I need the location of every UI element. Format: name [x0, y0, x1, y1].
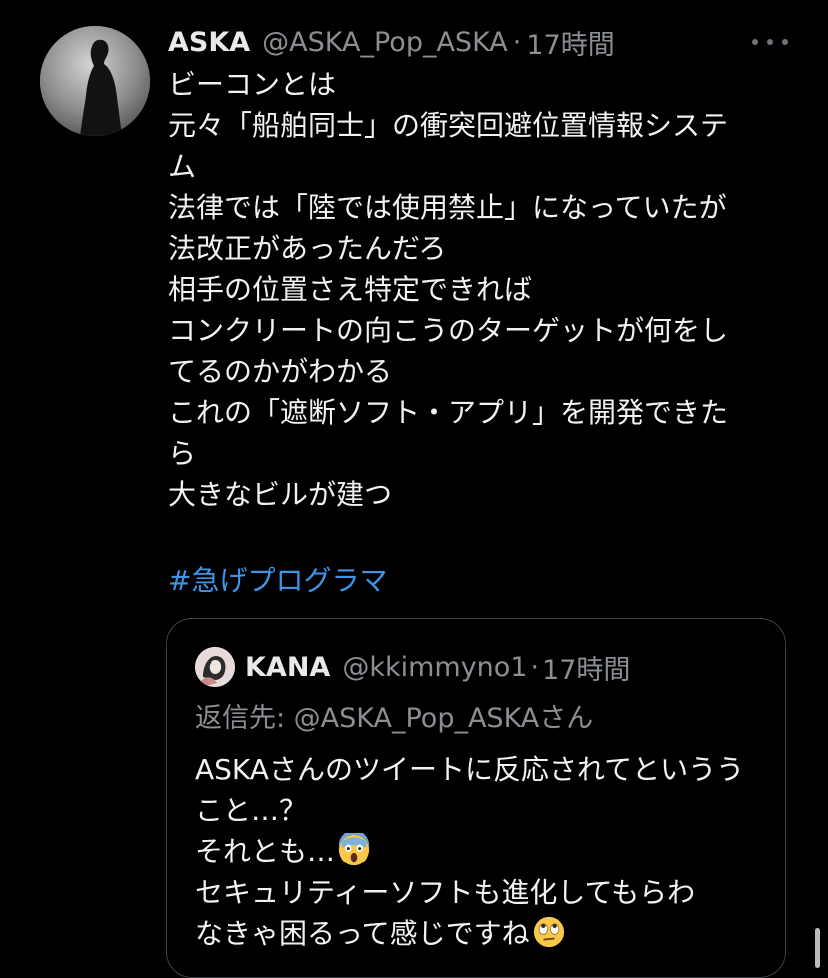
quoted-avatar-art-icon [195, 647, 235, 687]
more-dot [782, 39, 788, 45]
separator-dot: · [530, 651, 540, 683]
tweet-text-line: コンクリートの向こうのターゲットが何をし [168, 314, 729, 347]
quoted-text-segment: それとも… [195, 835, 336, 868]
quoted-text-line: セキュリティーソフトも進化してもらわ [195, 876, 696, 909]
quoted-text: ASKAさんのツイートに反応されてというう こと…？ それとも… セキュリティー… [195, 749, 775, 954]
face-with-rolling-eyes-icon [532, 915, 566, 949]
quoted-timestamp[interactable]: 17時間 [542, 648, 630, 687]
quoted-avatar[interactable] [195, 647, 235, 687]
tweet-text-line: 法改正があったんだろ [168, 232, 447, 265]
more-dot [752, 39, 758, 45]
timestamp[interactable]: 17時間 [526, 23, 614, 62]
quoted-tweet[interactable]: KANA @kkimmyno1 · 17時間 返信先: @ASKA_Pop_AS… [166, 618, 786, 978]
display-name[interactable]: ASKA [168, 27, 250, 58]
tweet-text-line: ら [168, 437, 197, 470]
scrollbar[interactable] [815, 928, 820, 968]
quoted-text-line: なきゃ困るって感じですね [195, 913, 775, 954]
quoted-header: KANA @kkimmyno1 · 17時間 [245, 647, 630, 687]
quoted-text-line: それとも… [195, 831, 775, 872]
reply-to-label[interactable]: 返信先: @ASKA_Pop_ASKAさん [195, 699, 593, 739]
quoted-display-name[interactable]: KANA [245, 652, 330, 683]
tweet-text-line: ビーコンとは [168, 68, 337, 101]
tweet[interactable]: ASKA @ASKA_Pop_ASKA · 17時間 ビーコンとは 元々「船舶同… [0, 0, 828, 978]
tweet-text: ビーコンとは 元々「船舶同士」の衝突回避位置情報システ ム 法律では「陸では使用… [168, 64, 778, 515]
tweet-text-line: これの「遮断ソフト・アプリ」を開発できた [168, 396, 729, 429]
tweet-text-line: 大きなビルが建つ [168, 478, 393, 511]
avatar[interactable] [40, 26, 150, 136]
quoted-text-line: こと…？ [195, 794, 308, 827]
user-handle[interactable]: @ASKA_Pop_ASKA [262, 27, 508, 58]
tweet-text-line: 元々「船舶同士」の衝突回避位置情報システ [168, 109, 729, 142]
quoted-handle[interactable]: @kkimmyno1 [342, 652, 527, 683]
screaming-face-icon [337, 833, 371, 867]
more-dot [767, 39, 773, 45]
separator-dot: · [512, 26, 522, 58]
tweet-text-line: 相手の位置さえ特定できれば [168, 273, 533, 306]
tweet-header: ASKA @ASKA_Pop_ASKA · 17時間 [168, 22, 615, 62]
hashtag-link[interactable]: #急げプログラマ [168, 560, 387, 601]
quoted-text-line: ASKAさんのツイートに反応されてというう [195, 753, 745, 786]
tweet-text-line: 法律では「陸では使用禁止」になっていたが [168, 191, 727, 224]
avatar-silhouette-icon [40, 26, 150, 136]
quoted-text-segment: なきゃ困るって感じですね [195, 917, 530, 950]
more-options-icon[interactable] [752, 30, 788, 54]
tweet-text-line: ム [168, 150, 197, 183]
tweet-text-line: てるのかがわかる [168, 355, 393, 388]
